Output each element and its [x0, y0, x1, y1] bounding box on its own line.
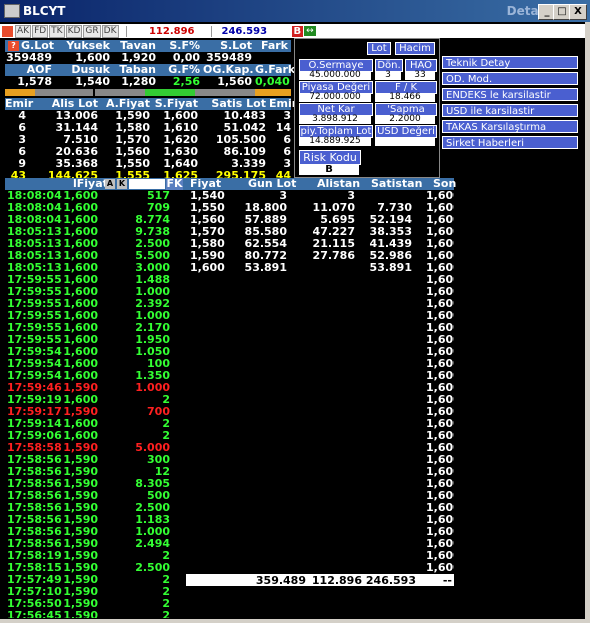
- tb-tk-button[interactable]: TK: [49, 24, 65, 38]
- taban-value: 1,280: [121, 75, 156, 88]
- piytop-value: 14.889.925: [299, 137, 371, 146]
- range-bar-right: [255, 89, 291, 96]
- app-icon: [4, 4, 20, 18]
- depth-row: 1,590 80.772 27.786 52.986: [190, 250, 454, 262]
- trade-time: 17:56:45: [7, 609, 62, 619]
- tb-fd-button[interactable]: FD: [32, 24, 49, 38]
- lot-button[interactable]: Lot: [367, 42, 391, 55]
- toolbar: AK FD TK KD GR DK 112.896 246.593 B ↔: [0, 24, 590, 38]
- depth-price: 1,600: [190, 261, 225, 274]
- info-panel: Lot Hacim O.Sermaye 45.000.000 Dön. 3 HA…: [294, 38, 440, 178]
- tb-ak-button[interactable]: AK: [15, 24, 32, 38]
- menu-takas[interactable]: TAKAS Karsılaştırma: [442, 120, 578, 133]
- trade-filter-input[interactable]: [129, 179, 165, 189]
- menu-sirket-haberleri[interactable]: Sirket Haberleri: [442, 136, 578, 149]
- arrow-icon[interactable]: ↔: [304, 26, 316, 36]
- range-bar-mid: [145, 89, 195, 96]
- satistan-header: Satistan: [371, 177, 423, 190]
- menu-endeks[interactable]: ENDEKS le karsilastir: [442, 88, 578, 101]
- toolbar-value-blue: 246.593: [210, 25, 292, 37]
- total-gunlot: 359.489: [255, 574, 306, 587]
- trades-header: lFiyat A K FK Fiyat Gun Lot Alistan Sati…: [5, 177, 457, 190]
- menu-teknik-detay[interactable]: Teknik Detay: [442, 56, 578, 69]
- range-bar: [5, 89, 291, 96]
- usd-value: [375, 137, 435, 146]
- summary-values-2: 1,578 1,540 1,280 2,56 1,560 0,040: [5, 76, 291, 88]
- risk-label: Risk Kodu: [299, 150, 361, 165]
- total-son: --: [442, 574, 452, 587]
- aof-value: 1,578: [17, 75, 52, 88]
- title-bar: BLCYT Detay _ □ X: [0, 0, 590, 22]
- k-sort-button[interactable]: K: [117, 179, 127, 189]
- netkar-value: 3.898.912: [299, 115, 371, 124]
- hao-value: 33: [405, 71, 435, 80]
- window-title: BLCYT: [23, 4, 66, 18]
- depth-row: 1,600 53.891 53.891: [190, 262, 454, 274]
- fark-header: Fark: [260, 39, 288, 52]
- piyasa-value: 72.000.000: [299, 93, 371, 102]
- a-sort-button[interactable]: A: [105, 179, 115, 189]
- osermaye-value: 45.000.000: [299, 71, 371, 80]
- trade-price: 1,590: [63, 609, 98, 619]
- risk-value: B: [299, 164, 359, 175]
- fk-value: 18.466: [375, 93, 435, 102]
- trade-row: 17:56:45 1,590 2: [5, 609, 183, 619]
- tb-gr-button[interactable]: GR: [83, 24, 101, 38]
- hacim-button[interactable]: Hacim: [395, 42, 435, 55]
- sapma-value: 2.2000: [375, 115, 435, 124]
- son-header: Son: [433, 177, 457, 190]
- fk-header[interactable]: FK: [166, 178, 183, 190]
- trade-lot: 2: [162, 609, 170, 619]
- help-icon[interactable]: ?: [8, 41, 19, 51]
- window-frame-right: [585, 22, 590, 620]
- window-frame-bottom: [0, 619, 590, 623]
- menu-usd[interactable]: USD ile karsilastir: [442, 104, 578, 117]
- ogkap-value: 1,560: [217, 75, 252, 88]
- close-button[interactable]: X: [569, 4, 587, 20]
- tb-kd-button[interactable]: KD: [65, 24, 83, 38]
- gf-value: 2,56: [172, 75, 200, 88]
- trades-list: 18:08:04 1,600 517 18:08:04 1,600 709 18:08:04…: [5, 190, 183, 618]
- son-column: 1,6001,6001,6001,6001,6001,6001,6001,600…: [426, 190, 454, 574]
- total-alistan: 112.896: [311, 574, 362, 587]
- gfark-value: 0,040: [255, 75, 290, 88]
- depth-gunlot: 53.891: [244, 261, 287, 274]
- toolbar-value-red: 112.896: [125, 25, 205, 37]
- b-button[interactable]: B: [291, 25, 304, 37]
- dusuk-value: 1,540: [75, 75, 110, 88]
- son-cell: 1,600: [426, 561, 454, 574]
- close-x-icon[interactable]: [2, 25, 13, 37]
- total-satistan: 246.593: [365, 574, 416, 587]
- range-bar-marker: [93, 89, 95, 96]
- lfiyat-header: lFiyat: [73, 177, 108, 190]
- menu-od-mod[interactable]: OD. Mod.: [442, 72, 578, 85]
- depth-list: 1,540 3 3 1,550 18.800 11.070 7.730 1,560 57.889…: [190, 190, 454, 274]
- gunlot-header: Gun Lot: [248, 177, 297, 190]
- depth-alistan: [290, 262, 358, 274]
- depth-satistan: 53.891: [369, 261, 412, 274]
- depth-totals: 359.489 112.896 246.593 --: [186, 574, 454, 587]
- range-bar-left: [5, 89, 35, 96]
- book-rows: 4 13.006 1,590 1,600 10.483 3 6 31.144 1…: [5, 110, 291, 182]
- don-value: 3: [375, 71, 401, 80]
- depth-alistan: 27.786: [312, 249, 355, 262]
- tb-dk-button[interactable]: DK: [101, 24, 119, 38]
